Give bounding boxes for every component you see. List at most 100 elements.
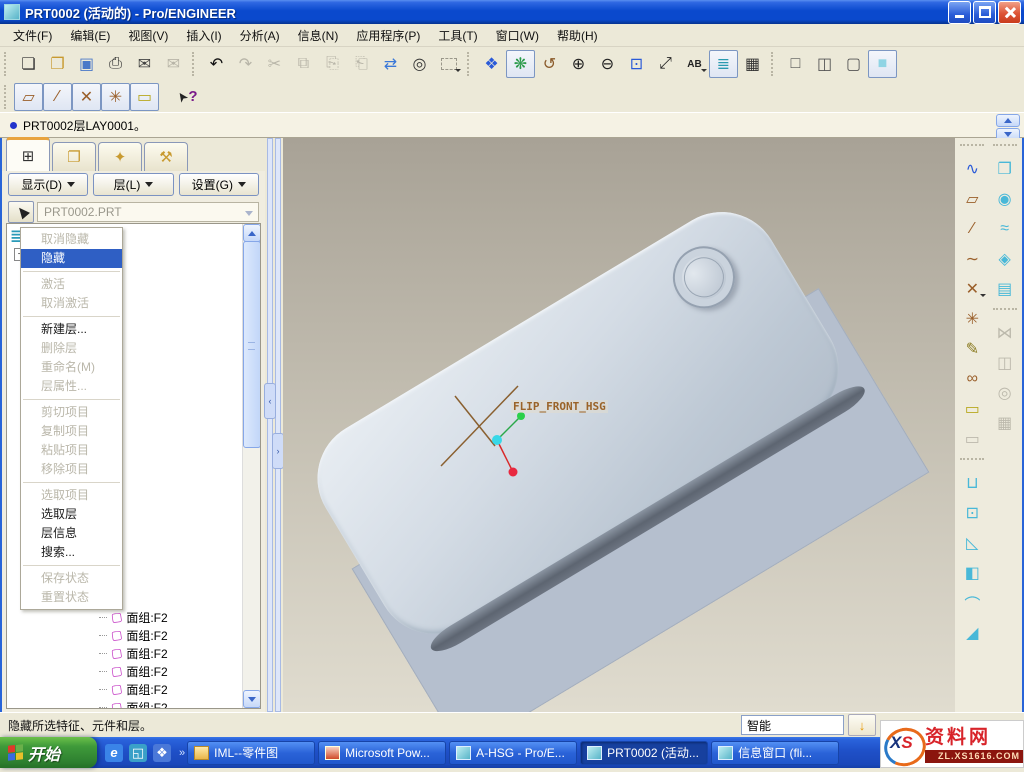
tab-favorites[interactable]: ✦ bbox=[98, 142, 142, 171]
link-chain-button[interactable]: ∞ bbox=[958, 364, 986, 394]
sweep-button[interactable]: ≈ bbox=[991, 214, 1019, 244]
hidden-line-button[interactable]: ◫ bbox=[810, 50, 839, 78]
layers-button[interactable]: ≣ bbox=[709, 50, 738, 78]
datum-curve-button[interactable]: ∼ bbox=[958, 244, 986, 274]
datum-csys-button[interactable]: ✳ bbox=[958, 304, 986, 334]
model-selector-combo[interactable]: PRT0002.PRT bbox=[37, 202, 259, 222]
tree-item-quilt[interactable]: ▢面组:F2 bbox=[7, 698, 242, 709]
refit-button[interactable]: ⊡ bbox=[622, 50, 651, 78]
cm-new-layer[interactable]: 新建层... bbox=[21, 320, 122, 339]
menu-insert[interactable]: 插入(I) bbox=[177, 25, 230, 46]
repaint-button[interactable]: ❖ bbox=[477, 50, 506, 78]
paste-special-button[interactable]: ⎗ bbox=[347, 50, 376, 78]
scroll-down-button[interactable] bbox=[243, 690, 261, 708]
new-file-button[interactable]: ❏ bbox=[14, 50, 43, 78]
regenerate-button[interactable]: ⇄ bbox=[376, 50, 405, 78]
start-button[interactable]: 开始 bbox=[0, 737, 97, 768]
layer-dropdown[interactable]: 层(L) bbox=[93, 173, 173, 196]
paste-button[interactable]: ⎘ bbox=[318, 50, 347, 78]
task-ahsg-proe[interactable]: A-HSG - Pro/E... bbox=[449, 741, 577, 765]
chevron-icon[interactable]: » bbox=[179, 747, 185, 759]
restore-button[interactable] bbox=[973, 1, 996, 24]
menu-help[interactable]: 帮助(H) bbox=[548, 25, 607, 46]
annotation-button[interactable]: ▭ bbox=[958, 394, 986, 424]
task-powerpoint[interactable]: Microsoft Pow... bbox=[318, 741, 446, 765]
saved-views-button[interactable]: AB bbox=[680, 50, 709, 78]
print-button[interactable]: ⎙ bbox=[101, 50, 130, 78]
style-tool-button[interactable]: ∿ bbox=[958, 154, 986, 184]
revolve-button[interactable]: ◉ bbox=[991, 184, 1019, 214]
menu-tools[interactable]: 工具(T) bbox=[429, 25, 486, 46]
selection-filter-combo[interactable]: 智能 bbox=[741, 715, 844, 735]
menu-view[interactable]: 视图(V) bbox=[119, 25, 177, 46]
cut-button[interactable]: ✂ bbox=[260, 50, 289, 78]
menu-info[interactable]: 信息(N) bbox=[289, 25, 348, 46]
copy-button[interactable]: ⧉ bbox=[289, 50, 318, 78]
scroll-up-button[interactable] bbox=[243, 224, 261, 242]
merge-button[interactable]: ⋈ bbox=[991, 318, 1019, 348]
trim-button[interactable]: ◫ bbox=[991, 348, 1019, 378]
show-dropdown[interactable]: 显示(D) bbox=[8, 173, 88, 196]
menu-applications[interactable]: 应用程序(P) bbox=[347, 25, 429, 46]
hole-button[interactable]: ⊔ bbox=[958, 468, 986, 498]
boundary-blend-button[interactable]: ◈ bbox=[991, 244, 1019, 274]
sketch-button[interactable]: ✎ bbox=[958, 334, 986, 364]
annotations-toggle[interactable]: ▭ bbox=[130, 83, 159, 111]
orient-mode-button[interactable]: ↺ bbox=[535, 50, 564, 78]
select-box-button[interactable] bbox=[434, 50, 463, 78]
tree-item-quilt[interactable]: ▢面组:F2 bbox=[7, 644, 242, 662]
datum-point-button[interactable]: ✕ bbox=[958, 274, 986, 304]
redo-button[interactable]: ↷ bbox=[231, 50, 260, 78]
menu-window[interactable]: 窗口(W) bbox=[487, 25, 548, 46]
csys-display-toggle[interactable]: ✳ bbox=[101, 83, 130, 111]
context-help-button[interactable]: ➤? bbox=[173, 83, 202, 111]
graphics-viewport[interactable]: FLIP_FRONT_HSG bbox=[283, 138, 955, 712]
tab-folder-browser[interactable]: ❐ bbox=[52, 142, 96, 171]
cm-hide[interactable]: 隐藏 bbox=[21, 249, 122, 268]
undo-button[interactable]: ↶ bbox=[202, 50, 231, 78]
tab-history[interactable]: ⚒ bbox=[144, 142, 188, 171]
save-button[interactable]: ▣ bbox=[72, 50, 101, 78]
tree-item-quilt[interactable]: ▢面组:F2 bbox=[7, 626, 242, 644]
tree-item-quilt[interactable]: ▢面组:F2 bbox=[7, 680, 242, 698]
solidify-button[interactable]: ◧ bbox=[958, 558, 986, 588]
splitter-bar[interactable] bbox=[275, 138, 281, 712]
quilt-surface-button[interactable]: ▤ bbox=[991, 274, 1019, 304]
view-manager-button[interactable]: ▦ bbox=[738, 50, 767, 78]
browser-quicklaunch-icon[interactable]: ❖ bbox=[153, 744, 171, 762]
scroll-thumb[interactable] bbox=[243, 241, 261, 448]
spin-center-button[interactable]: ❋ bbox=[506, 50, 535, 78]
tab-model-tree[interactable]: ⊞ bbox=[6, 137, 50, 171]
shell-button[interactable]: ⊡ bbox=[958, 498, 986, 528]
select-tool-button[interactable] bbox=[8, 201, 34, 223]
task-info-window[interactable]: 信息窗口 (fli... bbox=[711, 741, 839, 765]
task-iml-folder[interactable]: IML--零件图 bbox=[187, 741, 315, 765]
cm-select-layer[interactable]: 选取层 bbox=[21, 505, 122, 524]
menu-edit[interactable]: 编辑(E) bbox=[61, 25, 119, 46]
settings-dropdown[interactable]: 设置(G) bbox=[179, 173, 259, 196]
ie-quicklaunch-icon[interactable]: e bbox=[105, 744, 123, 762]
annotation-plane-button[interactable]: ▭ bbox=[958, 424, 986, 454]
find-button[interactable]: ◎ bbox=[405, 50, 434, 78]
draft-button[interactable]: ◺ bbox=[958, 528, 986, 558]
no-hidden-button[interactable]: ▢ bbox=[839, 50, 868, 78]
mail-link-button[interactable]: ✉ bbox=[159, 50, 188, 78]
tree-item-quilt[interactable]: ▢面组:F2 bbox=[7, 662, 242, 680]
extrude-button[interactable]: ❐ bbox=[991, 154, 1019, 184]
reorient-button[interactable]: ⤢ bbox=[651, 50, 680, 78]
desktop-quicklaunch-icon[interactable]: ◱ bbox=[129, 744, 147, 762]
wireframe-button[interactable]: □ bbox=[781, 50, 810, 78]
round-button[interactable]: ⌒ bbox=[958, 588, 986, 618]
minimize-button[interactable] bbox=[948, 1, 971, 24]
close-button[interactable] bbox=[998, 1, 1021, 24]
send-email-button[interactable]: ✉ bbox=[130, 50, 159, 78]
collapse-left-button[interactable]: ‹ bbox=[264, 383, 276, 419]
datum-planes-toggle[interactable]: ▱ bbox=[14, 83, 43, 111]
zoom-in-button[interactable]: ⊕ bbox=[564, 50, 593, 78]
panel-splitter[interactable]: ‹ › bbox=[265, 138, 283, 712]
menu-file[interactable]: 文件(F) bbox=[4, 25, 61, 46]
message-scroll-up-button[interactable] bbox=[996, 114, 1020, 127]
pattern-button[interactable]: ▦ bbox=[991, 408, 1019, 438]
datum-axis-button[interactable]: ∕ bbox=[958, 214, 986, 244]
splitter-bar[interactable] bbox=[267, 138, 273, 712]
